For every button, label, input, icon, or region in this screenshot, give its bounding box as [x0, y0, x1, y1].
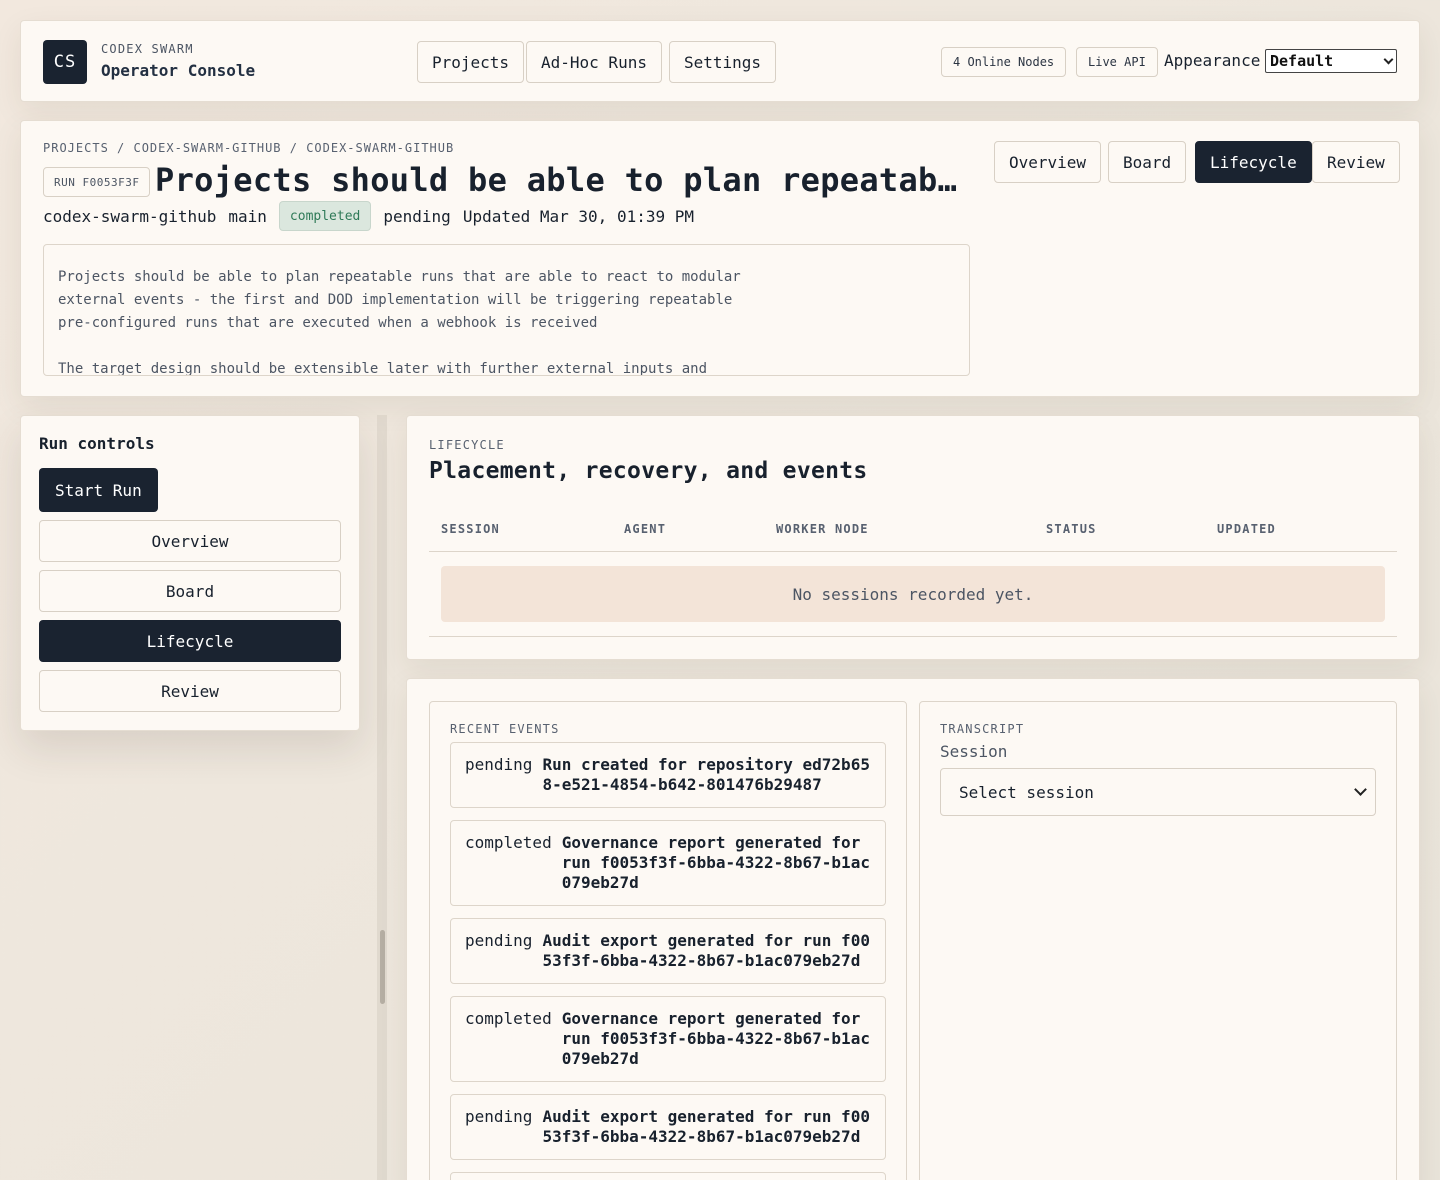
column-agent: AGENT	[624, 522, 667, 536]
event-status: pending	[465, 1107, 533, 1126]
recent-events-kicker: RECENT EVENTS	[450, 722, 560, 736]
events-transcript-panel: RECENT EVENTS pending Run created for re…	[406, 678, 1420, 1180]
tab-overview[interactable]: Overview	[994, 141, 1102, 183]
event-item[interactable]: pending Audit export generated for run f…	[450, 1094, 886, 1160]
run-header: PROJECTS / CODEX-SWARM-GITHUB / CODEX-SW…	[20, 120, 1420, 397]
lifecycle-title: Placement, recovery, and events	[429, 458, 868, 484]
event-text: Run created for repository ed72b658-e521…	[542, 755, 870, 794]
column-status: STATUS	[1046, 522, 1097, 536]
transcript-panel: TRANSCRIPT Session Select session	[919, 701, 1397, 1180]
run-state: pending	[383, 206, 451, 226]
start-run-button[interactable]: Start Run	[39, 468, 158, 512]
event-item[interactable]: completed Governance report generated fo…	[450, 996, 886, 1082]
nav-adhoc-runs-button[interactable]: Ad-Hoc Runs	[526, 41, 662, 83]
brand-title: Operator Console	[101, 61, 256, 80]
run-controls-title: Run controls	[39, 434, 155, 453]
event-text: Governance report generated for run f005…	[561, 1009, 870, 1068]
event-item[interactable]: pending Audit export generated for run f…	[450, 918, 886, 984]
appearance-select[interactable]: Default	[1265, 49, 1397, 73]
tab-review[interactable]: Review	[1312, 141, 1400, 183]
breadcrumb[interactable]: PROJECTS / CODEX-SWARM-GITHUB / CODEX-SW…	[43, 141, 454, 155]
scrollbar-thumb[interactable]	[380, 930, 385, 1004]
appearance-label: Appearance	[1164, 51, 1261, 70]
column-session: SESSION	[441, 522, 500, 536]
sessions-table-header: SESSION AGENT WORKER NODE STATUS UPDATED	[429, 516, 1397, 552]
recent-events-panel: RECENT EVENTS pending Run created for re…	[429, 701, 907, 1180]
branch-name: main	[228, 206, 267, 226]
session-select-placeholder: Select session	[959, 782, 1094, 802]
sidebar-item-review[interactable]: Review	[39, 670, 341, 712]
appearance-value: Default	[1270, 52, 1334, 70]
brand-kicker: CODEX SWARM	[101, 42, 194, 56]
event-item[interactable]: pending Run created for repository ed72b…	[450, 742, 886, 808]
repo-name: codex-swarm-github	[43, 206, 217, 226]
run-id-tag: RUN F0053F3F	[43, 167, 151, 197]
sidebar-item-lifecycle[interactable]: Lifecycle	[39, 620, 341, 662]
scrollbar-track[interactable]	[377, 415, 387, 1180]
event-text: Audit export generated for run f0053f3f-…	[542, 931, 870, 970]
nav-projects-button[interactable]: Projects	[417, 41, 525, 83]
chevron-down-icon	[1383, 54, 1394, 64]
tab-lifecycle[interactable]: Lifecycle	[1195, 141, 1312, 183]
lifecycle-panel: LIFECYCLE Placement, recovery, and event…	[406, 415, 1420, 660]
run-controls-panel: Run controls Start Run Overview Board Li…	[20, 415, 360, 731]
event-status: pending	[465, 755, 533, 774]
session-select[interactable]: Select session	[940, 768, 1376, 816]
logo: CS	[43, 40, 87, 84]
live-api-badge: Live API	[1076, 47, 1158, 77]
nav-settings-button[interactable]: Settings	[669, 41, 777, 83]
run-meta: codex-swarm-github main completed pendin…	[43, 201, 694, 231]
sidebar-item-overview[interactable]: Overview	[39, 520, 341, 562]
empty-sessions-message: No sessions recorded yet.	[441, 566, 1385, 622]
run-description[interactable]: Projects should be able to plan repeatab…	[43, 244, 970, 376]
event-text: Audit export generated for run f0053f3f-…	[542, 1107, 870, 1146]
updated-timestamp: Updated Mar 30, 01:39 PM	[462, 206, 694, 226]
online-nodes-badge: 4 Online Nodes	[941, 47, 1067, 77]
tab-board[interactable]: Board	[1108, 141, 1187, 183]
event-text: Governance report generated for run f005…	[561, 833, 870, 892]
event-status: completed	[465, 1009, 552, 1028]
column-worker-node: WORKER NODE	[776, 522, 869, 536]
sidebar-item-board[interactable]: Board	[39, 570, 341, 612]
session-label: Session	[940, 742, 1008, 761]
column-updated: UPDATED	[1217, 522, 1276, 536]
event-status: completed	[465, 833, 552, 852]
chevron-down-icon	[1354, 783, 1367, 796]
top-bar: CS CODEX SWARM Operator Console Projects…	[20, 20, 1420, 102]
transcript-kicker: TRANSCRIPT	[940, 722, 1025, 736]
event-item[interactable]	[450, 1172, 886, 1180]
page-title: Projects should be able to plan repeatab…	[155, 161, 965, 199]
lifecycle-kicker: LIFECYCLE	[429, 438, 505, 452]
table-divider	[429, 636, 1397, 637]
status-badge: completed	[278, 201, 372, 231]
event-item[interactable]: completed Governance report generated fo…	[450, 820, 886, 906]
event-status: pending	[465, 931, 533, 950]
